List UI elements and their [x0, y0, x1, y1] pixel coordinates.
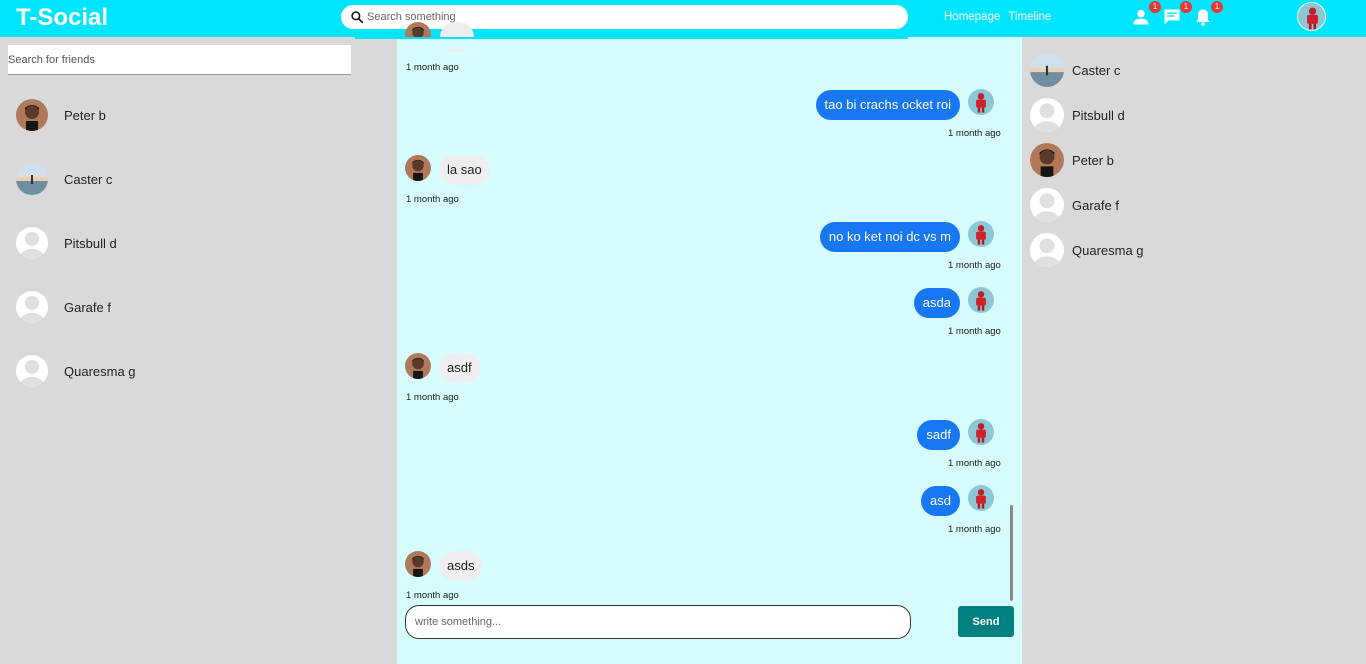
avatar — [16, 99, 48, 131]
avatar — [16, 163, 48, 195]
bell-icon — [1196, 9, 1210, 26]
notifications-badge: 1 — [1211, 1, 1223, 13]
message-time: 1 month ago — [948, 326, 1001, 337]
incoming-message: asdf — [439, 353, 480, 383]
left-sidebar — [0, 37, 397, 664]
online-contact-item[interactable]: Pitsbull d — [1030, 98, 1125, 132]
avatar — [1030, 98, 1064, 132]
message-time: 1 month ago — [406, 194, 459, 205]
outgoing-message: no ko ket noi dc vs m — [819, 222, 960, 252]
left-friend-item[interactable]: Quaresma g — [16, 355, 136, 387]
messages-button[interactable]: 1 — [1162, 1, 1192, 27]
outgoing-avatar — [968, 485, 994, 511]
outgoing-avatar — [968, 419, 994, 445]
avatar — [1030, 233, 1064, 267]
friend-name: Pitsbull d — [64, 235, 117, 251]
incoming-message: asds — [439, 551, 483, 581]
message-time: 1 month ago — [948, 260, 1001, 271]
message-time: 1 month ago — [948, 524, 1001, 535]
friend-requests-button[interactable]: 1 — [1131, 1, 1161, 27]
contact-name: Caster c — [1072, 62, 1121, 78]
incoming-avatar — [405, 155, 431, 181]
nav-links: Homepage Timeline — [944, 11, 1051, 23]
friend-name: Garafe f — [64, 299, 111, 315]
outgoing-avatar — [968, 221, 994, 247]
message-time: 1 month ago — [948, 128, 1001, 139]
contact-name: Quaresma g — [1072, 242, 1144, 258]
left-friend-item[interactable]: Garafe f — [16, 291, 111, 323]
avatar — [1030, 143, 1064, 177]
outgoing-message: asd — [921, 486, 960, 516]
contact-name: Pitsbull d — [1072, 107, 1125, 123]
friend-name: Caster c — [64, 171, 113, 187]
friend-search-input[interactable] — [8, 45, 351, 75]
outgoing-message: tao bi crachs ocket roi — [815, 90, 960, 120]
outgoing-avatar — [968, 287, 994, 313]
send-button[interactable]: Send — [958, 606, 1014, 637]
online-contact-item[interactable]: Caster c — [1030, 53, 1120, 87]
chat-panel — [397, 37, 1022, 664]
outgoing-avatar — [968, 89, 994, 115]
left-friend-item[interactable]: Peter b — [16, 99, 106, 131]
app-logo[interactable]: T-Social — [16, 4, 108, 32]
avatar — [1030, 188, 1064, 222]
nav-homepage-link[interactable]: Homepage — [944, 11, 1000, 23]
top-navbar: T-Social Homepage Timeline 1 1 1 — [0, 0, 1366, 37]
avatar — [16, 355, 48, 387]
left-friend-item[interactable]: Pitsbull d — [16, 227, 117, 259]
incoming-message: la sao — [439, 155, 490, 185]
messages-badge: 1 — [1180, 1, 1192, 13]
message-time: 1 month ago — [406, 590, 459, 601]
left-friend-item[interactable]: Caster c — [16, 163, 112, 195]
notifications-button[interactable]: 1 — [1193, 1, 1223, 27]
online-contact-item[interactable]: Quaresma g — [1030, 233, 1144, 267]
message-time: 1 month ago — [406, 62, 459, 73]
contact-name: Peter b — [1072, 152, 1114, 168]
online-contact-item[interactable]: Peter b — [1030, 143, 1114, 177]
incoming-avatar — [405, 551, 431, 577]
nav-timeline-link[interactable]: Timeline — [1008, 11, 1051, 23]
friend-requests-badge: 1 — [1149, 1, 1161, 13]
chat-icon — [1164, 9, 1180, 25]
contact-name: Garafe f — [1072, 197, 1119, 213]
profile-avatar[interactable] — [1297, 2, 1326, 31]
friend-name: Quaresma g — [64, 363, 136, 379]
search-underline — [355, 37, 908, 39]
search-icon — [351, 11, 364, 24]
avatar — [16, 291, 48, 323]
message-time: 1 month ago — [406, 392, 459, 403]
message-time: 1 month ago — [948, 458, 1001, 469]
message-input[interactable] — [405, 605, 911, 639]
friend-name: Peter b — [64, 107, 106, 123]
chat-scrollbar[interactable] — [1010, 505, 1013, 601]
outgoing-message: asda — [913, 288, 960, 318]
avatar — [1030, 53, 1064, 87]
outgoing-message: sadf — [917, 420, 960, 450]
incoming-avatar — [405, 353, 431, 379]
online-contact-item[interactable]: Garafe f — [1030, 188, 1119, 222]
person-icon — [1133, 9, 1149, 25]
avatar — [16, 227, 48, 259]
global-search-input[interactable] — [367, 11, 887, 23]
